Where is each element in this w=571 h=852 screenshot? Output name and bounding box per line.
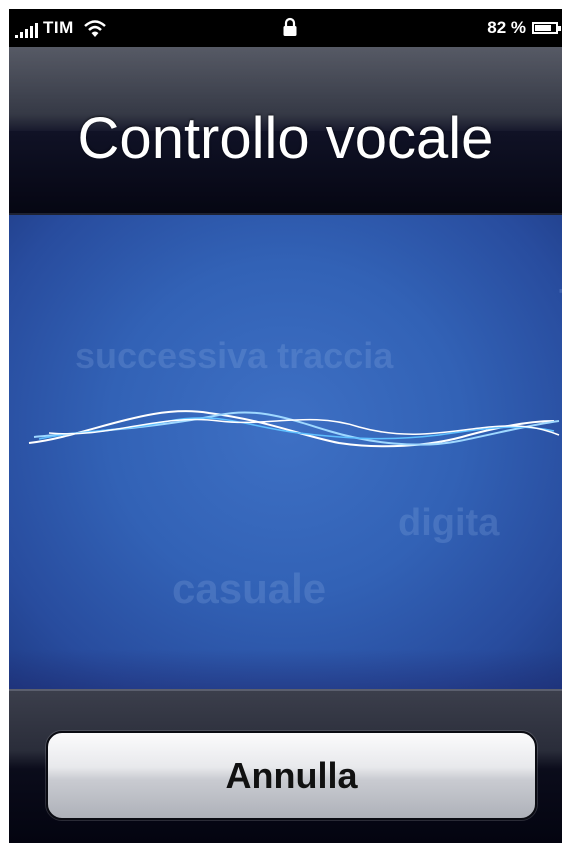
battery-icon <box>532 22 561 34</box>
status-left: TIM <box>15 18 106 38</box>
signal-bars-icon <box>15 22 38 38</box>
voice-hint-successiva-traccia: successiva traccia <box>75 335 394 376</box>
battery-fill <box>535 25 551 31</box>
bottom-bar-divider <box>9 689 562 691</box>
waveform-line-4 <box>48 418 560 436</box>
title-bar: Controllo vocale <box>9 47 562 215</box>
phone-screen: TIM 82 % Controllo vocale successiva tra… <box>9 9 562 843</box>
voice-hint-digita: digita <box>398 502 500 544</box>
lock-icon <box>283 17 297 36</box>
cancel-button[interactable]: Annulla <box>46 731 537 820</box>
status-right: 82 % <box>487 18 561 38</box>
voice-listening-area: successiva traccia digita casuale t <box>9 215 562 689</box>
battery-percent: 82 % <box>487 18 526 37</box>
voice-area-bottom-shade <box>9 649 562 689</box>
wifi-icon <box>83 20 106 37</box>
cancel-button-label: Annulla <box>225 754 358 796</box>
voice-hint-partial: t <box>559 275 562 320</box>
bottom-bar: Annulla <box>9 689 562 843</box>
status-bar: TIM 82 % <box>9 9 562 47</box>
voice-waveform <box>28 410 560 448</box>
carrier-name: TIM <box>43 18 74 37</box>
voice-hint-casuale: casuale <box>172 565 327 612</box>
battery-nub <box>558 26 561 31</box>
page-title: Controllo vocale <box>77 106 494 171</box>
